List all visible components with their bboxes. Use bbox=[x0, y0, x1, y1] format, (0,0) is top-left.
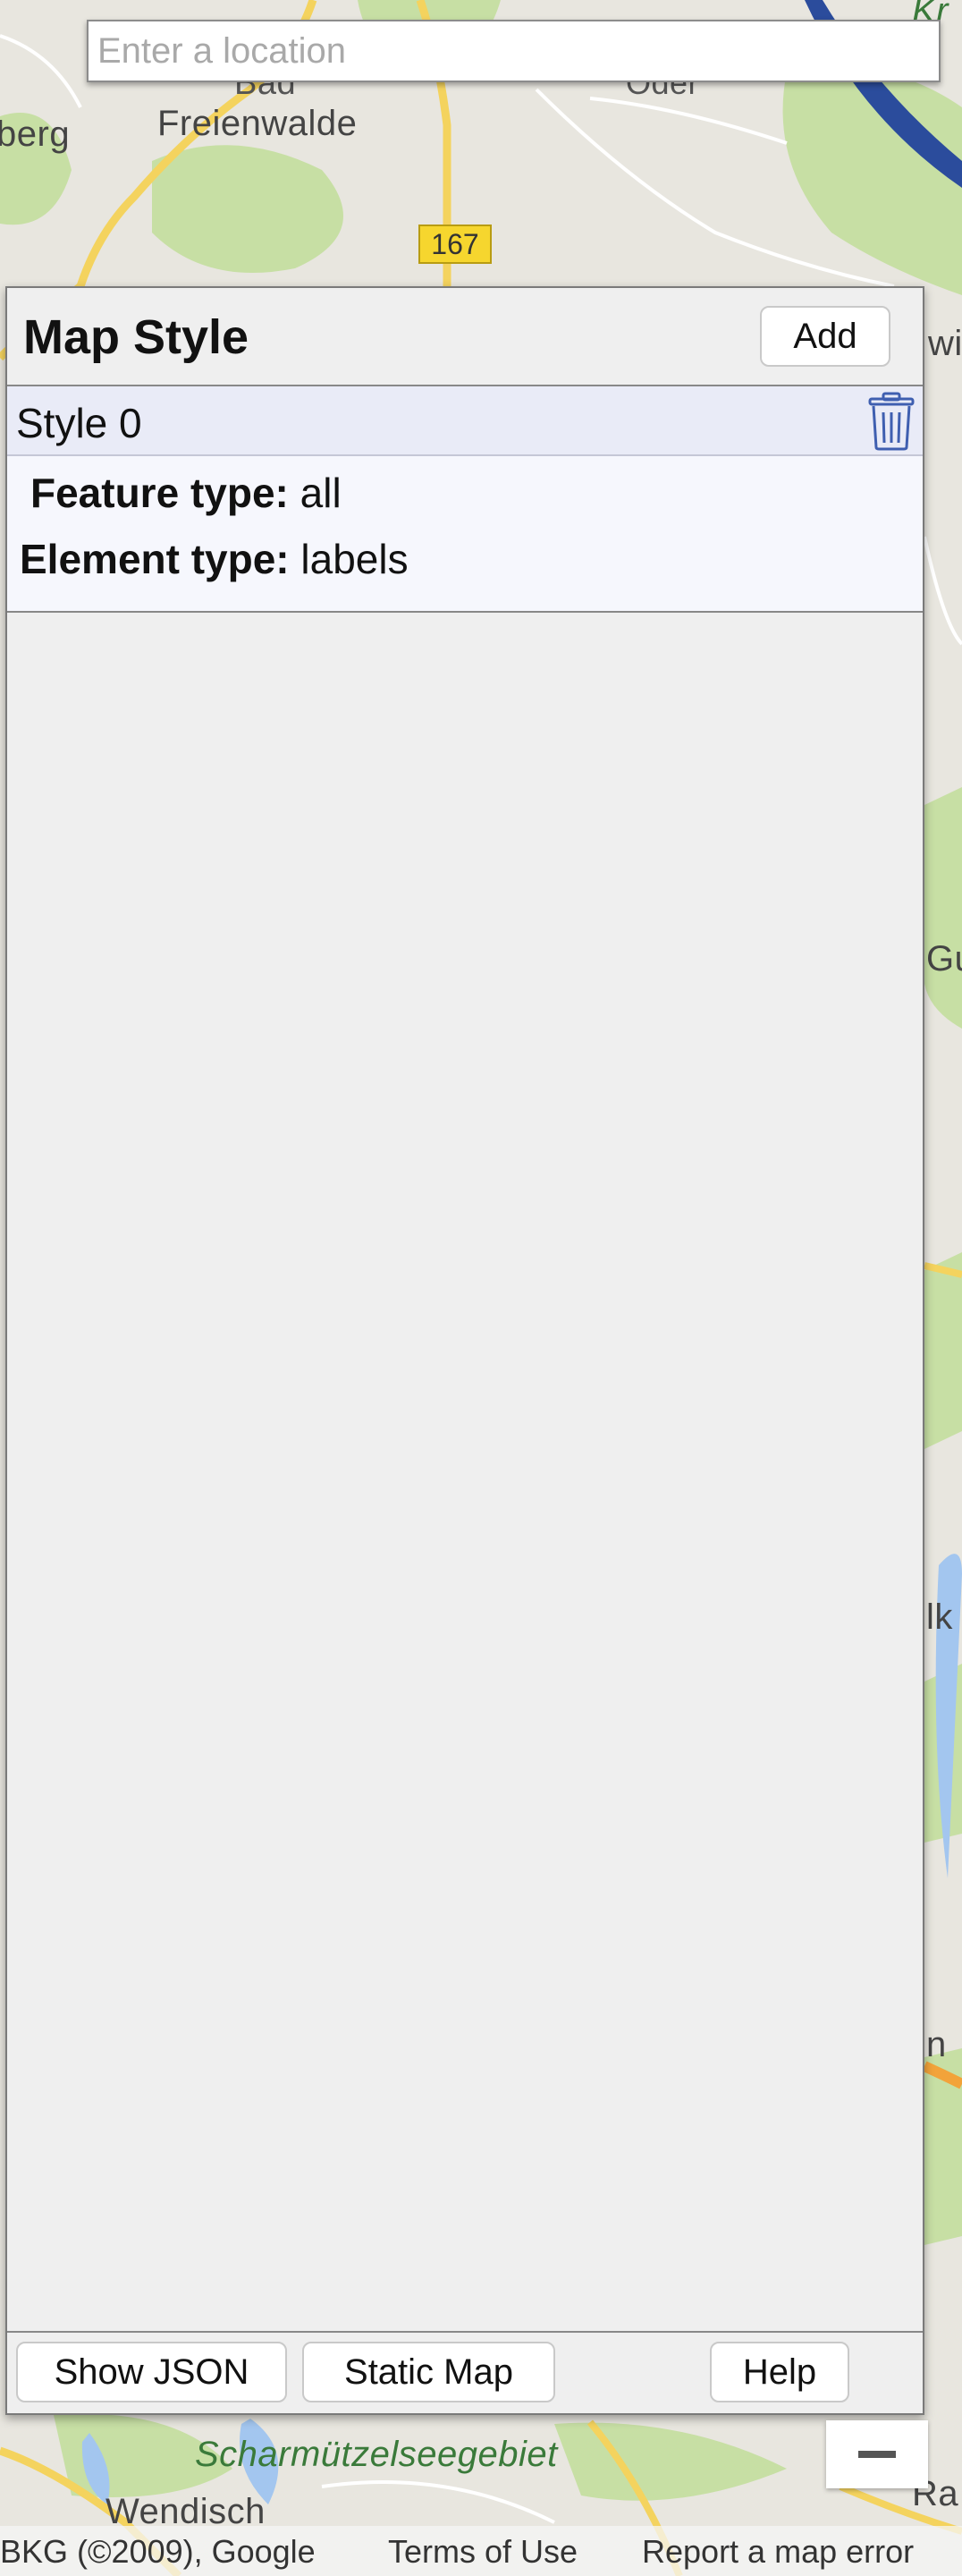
style-list-item[interactable]: Style 0 bbox=[7, 386, 923, 456]
road-number-badge: 167 bbox=[418, 225, 492, 264]
attribution-data: BKG (©2009), Google bbox=[0, 2533, 316, 2570]
report-map-error-link[interactable]: Report a map error bbox=[642, 2533, 914, 2571]
map-label-freienwalde: Freienwalde bbox=[157, 104, 358, 143]
minus-icon bbox=[858, 2451, 896, 2458]
map-label-n: n bbox=[926, 2025, 947, 2064]
feature-type-line: Feature type: all bbox=[30, 469, 342, 517]
show-json-button[interactable]: Show JSON bbox=[16, 2342, 287, 2402]
element-type-label: Element type: bbox=[20, 536, 290, 582]
zoom-out-button[interactable] bbox=[826, 2420, 928, 2488]
terms-of-use-link[interactable]: Terms of Use bbox=[388, 2533, 578, 2571]
panel-footer: Show JSON Static Map Help bbox=[7, 2331, 923, 2413]
feature-type-label: Feature type: bbox=[30, 470, 289, 516]
map-label-gu: Gu bbox=[926, 939, 962, 979]
add-style-button[interactable]: Add bbox=[760, 306, 890, 367]
trash-icon[interactable] bbox=[862, 390, 921, 453]
help-button[interactable]: Help bbox=[710, 2342, 849, 2402]
map-label-lk: lk bbox=[926, 1597, 953, 1637]
map-label-wi: wi bbox=[928, 324, 962, 363]
map-label-berg: berg bbox=[0, 114, 71, 154]
map-label-scharmuetzelseegebiet: Scharmützelseegebiet bbox=[195, 2435, 558, 2474]
element-type-value[interactable]: labels bbox=[300, 536, 408, 582]
location-search-input[interactable] bbox=[87, 20, 941, 82]
element-type-line: Element type: labels bbox=[20, 535, 409, 583]
map-style-panel: Map Style Add Style 0 Feature type: all … bbox=[5, 286, 924, 2415]
map-attribution: BKG (©2009), Google Terms of Use Report … bbox=[0, 2526, 962, 2576]
panel-title: Map Style bbox=[23, 310, 249, 364]
panel-header: Map Style Add bbox=[7, 288, 923, 386]
style-name: Style 0 bbox=[16, 400, 142, 446]
style-details: Feature type: all Element type: labels bbox=[7, 456, 923, 613]
feature-type-value[interactable]: all bbox=[300, 470, 342, 516]
static-map-button[interactable]: Static Map bbox=[302, 2342, 555, 2402]
